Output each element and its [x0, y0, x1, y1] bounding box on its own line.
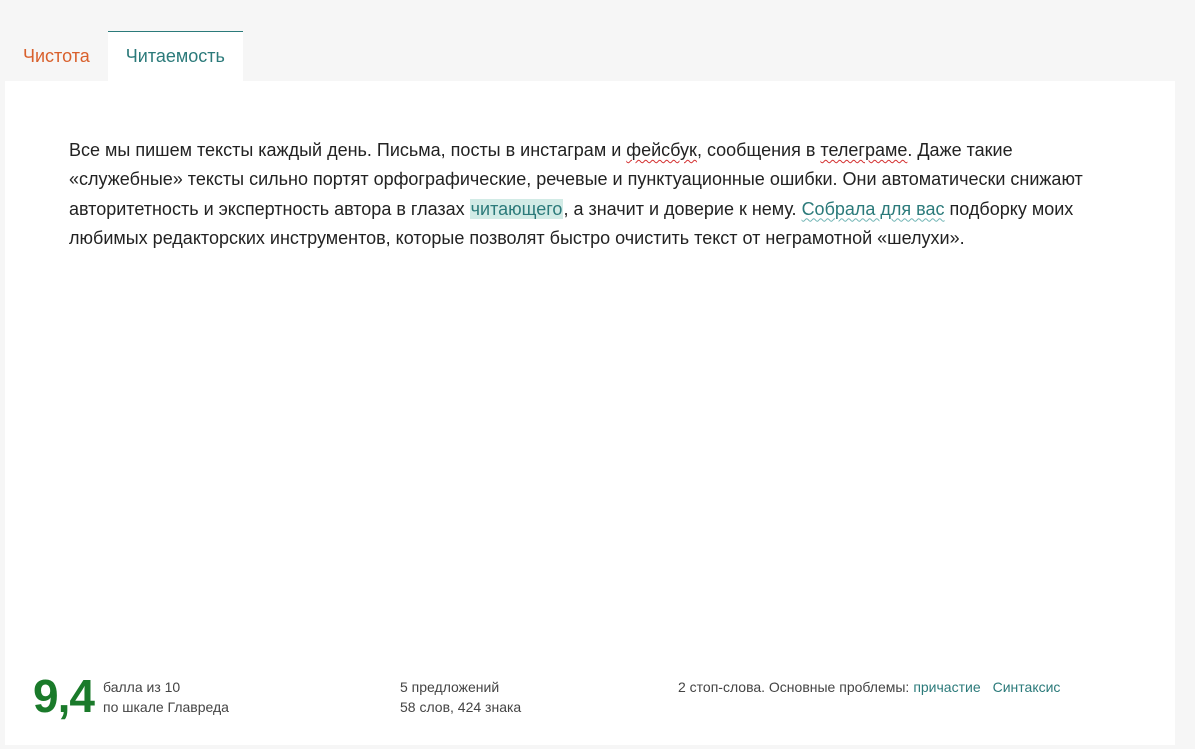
score-value: 9,4 — [33, 670, 95, 722]
problem-link-participle[interactable]: причастие — [913, 679, 980, 695]
sentence-count: 5 предложений — [400, 679, 500, 695]
spelling-error-word[interactable]: фейсбук — [626, 140, 697, 160]
problems-text: 2 стоп-слова. Основные проблемы: — [678, 679, 910, 695]
text-segment: , а значит и доверие к нему. — [563, 198, 802, 219]
score-caption: балла из 10 по шкале Главреда — [103, 677, 229, 717]
spelling-error-word[interactable]: телеграме — [820, 140, 907, 160]
tab-readability[interactable]: Читаемость — [107, 31, 243, 82]
highlighted-participle[interactable]: читающего — [469, 198, 564, 219]
problem-link-syntax[interactable]: Синтаксис — [993, 679, 1061, 695]
score-caption-line1: балла из 10 — [103, 679, 181, 695]
problems-summary: 2 стоп-слова. Основные проблемы: причасти… — [678, 677, 1060, 697]
tab-purity[interactable]: Чистота — [5, 31, 108, 81]
text-editor[interactable]: Все мы пишем тексты каждый день. Письма,… — [69, 136, 1109, 253]
syntax-issue-phrase[interactable]: Собрала для вас — [802, 199, 945, 219]
score-caption-line2: по шкале Главреда — [103, 699, 229, 715]
text-stats: 5 предложений 58 слов, 424 знака — [400, 677, 521, 717]
word-char-count: 58 слов, 424 знака — [400, 699, 522, 715]
tab-bar: Чистота Читаемость — [5, 31, 243, 82]
text-segment: Все мы пишем тексты каждый день. Письма,… — [69, 140, 627, 160]
text-segment: , сообщения в — [696, 140, 821, 160]
editor-panel: Все мы пишем тексты каждый день. Письма,… — [5, 81, 1175, 745]
